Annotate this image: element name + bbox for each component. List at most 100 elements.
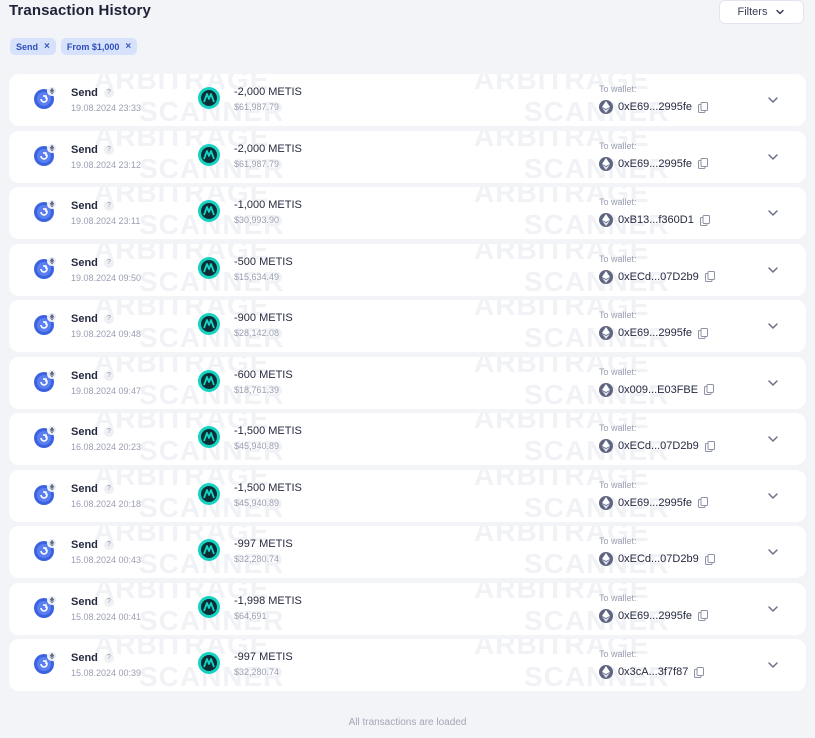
chevron-down-icon[interactable] [766, 319, 780, 333]
filter-chip-amount[interactable]: From $1,000 × [60, 38, 138, 55]
copy-icon[interactable] [704, 271, 715, 283]
chevron-down-icon[interactable] [766, 376, 780, 390]
copy-icon[interactable] [699, 214, 710, 226]
transaction-row[interactable]: ARBITRAGE SCANNER ARBITRAGE SCANNER Send… [9, 639, 806, 692]
wallet-address[interactable]: 0xB13...f360D1 [618, 214, 694, 226]
header: Transaction History Filters [0, 0, 815, 40]
transaction-row[interactable]: ARBITRAGE SCANNER ARBITRAGE SCANNER Send… [9, 300, 806, 353]
send-icon [34, 312, 57, 336]
transaction-row[interactable]: ARBITRAGE SCANNER ARBITRAGE SCANNER Send… [9, 526, 806, 579]
copy-icon[interactable] [704, 384, 715, 396]
list-end-note: All transactions are loaded [348, 717, 467, 728]
chevron-down-icon[interactable] [766, 93, 780, 107]
copy-icon[interactable] [698, 101, 709, 113]
wallet-address-group: 0xECd...07D2b9 [599, 439, 715, 454]
copy-icon[interactable] [698, 327, 709, 339]
chevron-down-icon[interactable] [766, 263, 780, 277]
filter-chip-send[interactable]: Send × [10, 38, 56, 55]
to-wallet-label: To wallet: [599, 423, 637, 434]
wallet-address[interactable]: 0xE69...2995fe [618, 610, 692, 622]
wallet-address[interactable]: 0xE69...2995fe [618, 327, 692, 339]
transaction-time: 19.08.2024 23:11 [71, 216, 141, 227]
token-amount: -600 METIS [234, 368, 293, 381]
wallet-address[interactable]: 0xE69...2995fe [618, 497, 692, 509]
wallet-address[interactable]: 0x009...E03FBE [618, 384, 698, 396]
wallet-address[interactable]: 0xECd...07D2b9 [618, 271, 699, 283]
copy-icon[interactable] [694, 666, 705, 678]
help-icon[interactable]: ? [104, 201, 114, 212]
to-wallet-label: To wallet: [599, 592, 637, 603]
ethereum-icon [599, 608, 613, 623]
send-icon [34, 368, 57, 392]
usd-value: $61,987.79 [234, 102, 280, 112]
token-amount: -1,500 METIS [234, 481, 302, 494]
copy-icon[interactable] [704, 440, 715, 452]
help-icon[interactable]: ? [104, 257, 114, 268]
help-icon[interactable]: ? [104, 540, 114, 551]
copy-icon[interactable] [698, 610, 709, 622]
ethereum-icon [599, 156, 613, 171]
help-icon[interactable]: ? [104, 596, 114, 607]
filters-button-label: Filters [737, 6, 768, 18]
token-amount: -997 METIS [234, 538, 293, 551]
metis-token-icon [198, 539, 220, 562]
help-icon[interactable]: ? [104, 653, 114, 664]
close-icon[interactable]: × [125, 41, 131, 52]
transaction-row[interactable]: ARBITRAGE SCANNER ARBITRAGE SCANNER Send… [9, 582, 806, 635]
transaction-row[interactable]: ARBITRAGE SCANNER ARBITRAGE SCANNER Send… [9, 74, 806, 126]
chevron-down-icon[interactable] [766, 432, 780, 446]
close-icon[interactable]: × [44, 41, 50, 52]
wallet-address[interactable]: 0xECd...07D2b9 [618, 440, 699, 452]
transaction-row[interactable]: ARBITRAGE SCANNER ARBITRAGE SCANNER Send… [9, 356, 806, 409]
chevron-down-icon[interactable] [766, 545, 780, 559]
transaction-row[interactable]: ARBITRAGE SCANNER ARBITRAGE SCANNER Send… [9, 187, 806, 240]
help-icon[interactable]: ? [104, 370, 114, 381]
transaction-row[interactable]: ARBITRAGE SCANNER ARBITRAGE SCANNER Send… [9, 130, 806, 183]
chevron-down-icon[interactable] [766, 150, 780, 164]
to-wallet-label: To wallet: [599, 366, 637, 377]
transaction-time: 15.08.2024 00:41 [71, 611, 142, 622]
token-amount: -1,000 METIS [234, 199, 302, 212]
transaction-time: 15.08.2024 00:43 [71, 555, 142, 566]
transaction-time: 16.08.2024 20:18 [71, 498, 142, 509]
wallet-address[interactable]: 0xE69...2995fe [618, 158, 692, 170]
ethereum-icon [599, 213, 613, 228]
transaction-list: ARBITRAGE SCANNER ARBITRAGE SCANNER Send… [9, 74, 806, 696]
chevron-down-icon[interactable] [766, 206, 780, 220]
transaction-row[interactable]: ARBITRAGE SCANNER ARBITRAGE SCANNER Send… [9, 469, 806, 522]
help-icon[interactable]: ? [104, 144, 114, 155]
send-icon [34, 86, 57, 109]
filter-chip-label: Send [16, 41, 39, 52]
filters-button[interactable]: Filters [719, 0, 804, 24]
usd-value: $64,691 [234, 610, 267, 621]
copy-icon[interactable] [698, 158, 709, 170]
transaction-time: 16.08.2024 20:23 [71, 442, 142, 453]
usd-value: $30,993.90 [234, 215, 280, 226]
help-icon[interactable]: ? [104, 314, 114, 325]
ethereum-icon [599, 439, 613, 454]
chevron-down-icon[interactable] [766, 658, 780, 672]
usd-value: $18,761.39 [234, 384, 280, 395]
metis-token-icon [198, 200, 220, 223]
chevron-down-icon[interactable] [766, 489, 780, 503]
wallet-address[interactable]: 0xE69...2995fe [618, 101, 692, 113]
help-icon[interactable]: ? [104, 427, 114, 438]
wallet-address[interactable]: 0xECd...07D2b9 [618, 553, 699, 565]
copy-icon[interactable] [704, 553, 715, 565]
transaction-row[interactable]: ARBITRAGE SCANNER ARBITRAGE SCANNER Send… [9, 243, 806, 296]
page-title: Transaction History [9, 2, 151, 19]
usd-value: $61,987.79 [234, 158, 280, 169]
transaction-time: 19.08.2024 23:33 [71, 103, 142, 113]
metis-token-icon [198, 426, 220, 449]
send-icon [34, 142, 57, 166]
help-icon[interactable]: ? [104, 483, 114, 494]
chevron-down-icon[interactable] [766, 602, 780, 616]
chevron-down-icon [776, 9, 785, 15]
help-icon[interactable]: ? [104, 88, 114, 98]
copy-icon[interactable] [698, 497, 709, 509]
transaction-row[interactable]: ARBITRAGE SCANNER ARBITRAGE SCANNER Send… [9, 413, 806, 466]
wallet-address-group: 0xECd...07D2b9 [599, 269, 715, 284]
metis-token-icon [198, 87, 220, 109]
wallet-address[interactable]: 0x3cA...3f7f87 [618, 666, 688, 678]
transaction-type: Send [71, 200, 98, 213]
